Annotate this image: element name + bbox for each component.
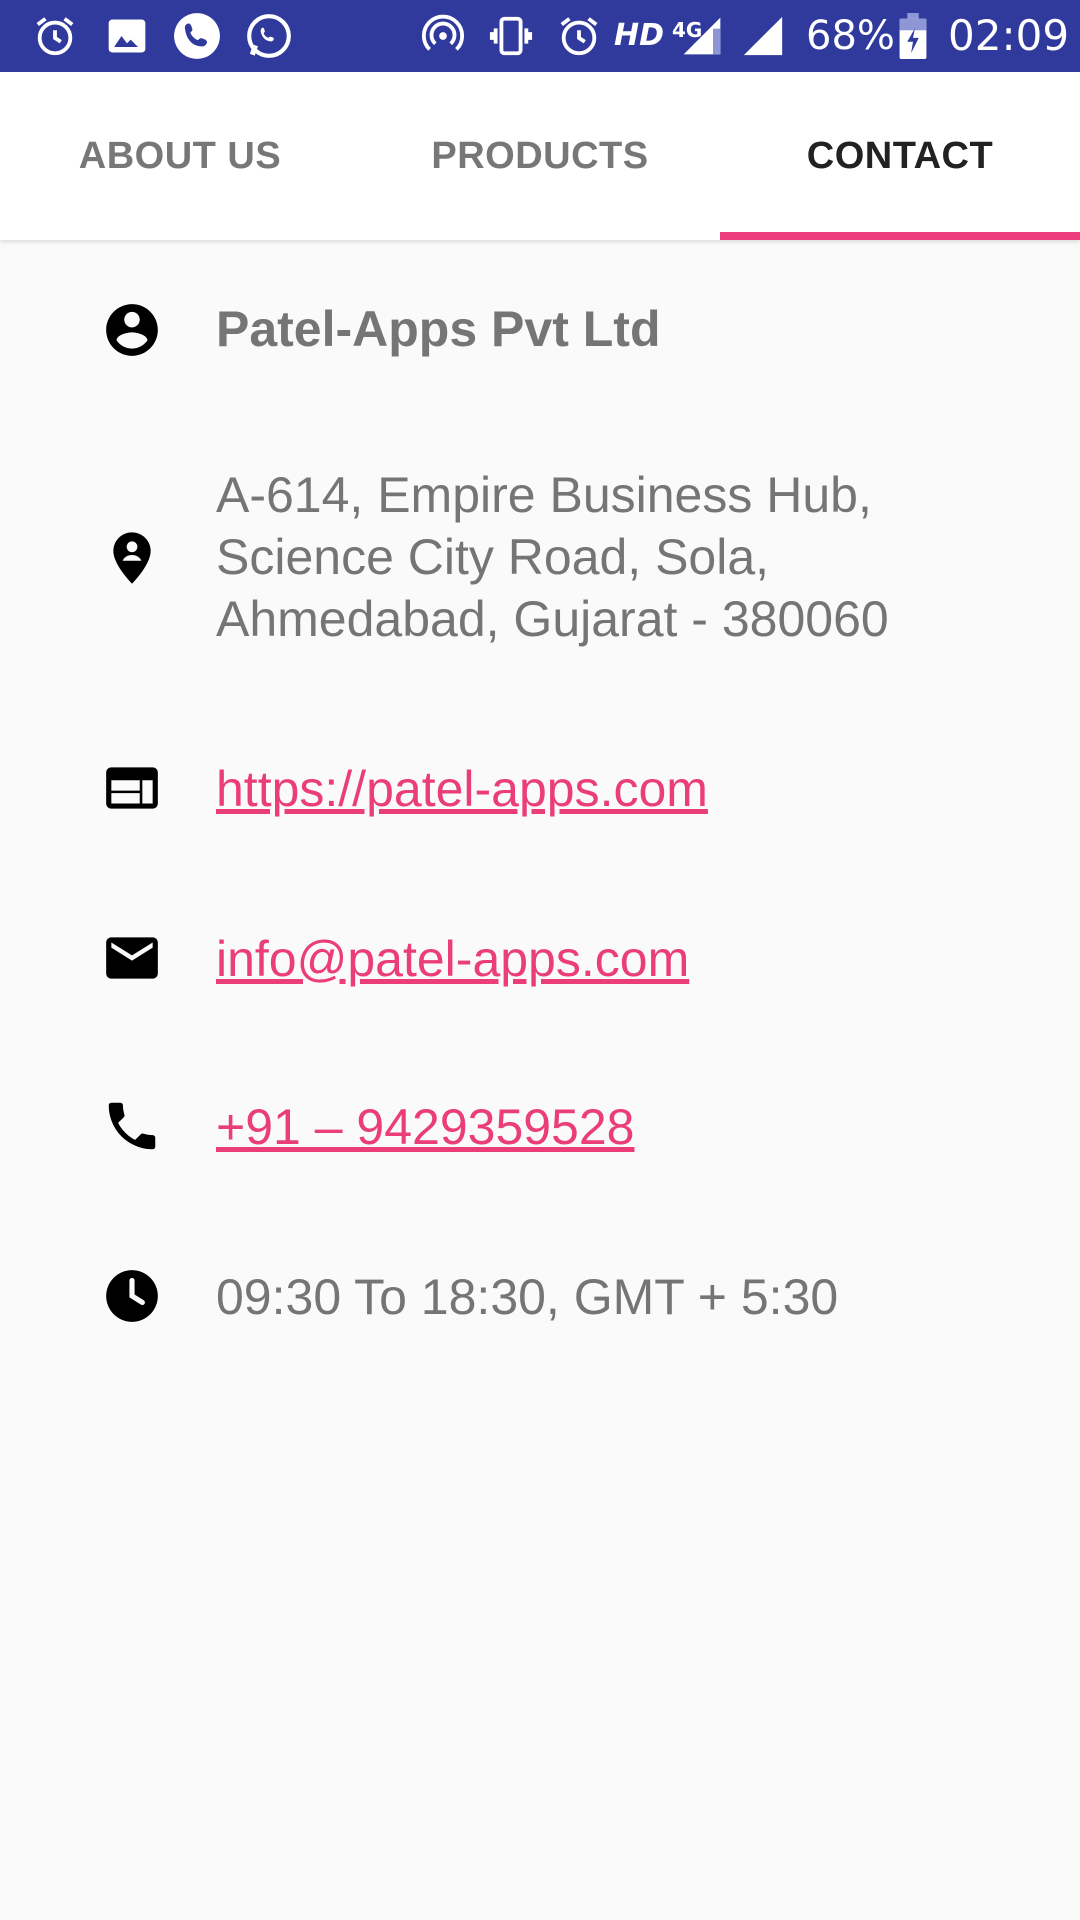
hours-row: 09:30 To 18:30, GMT + 5:30 (0, 1264, 1080, 1344)
business-hours: 09:30 To 18:30, GMT + 5:30 (216, 1269, 839, 1325)
company-name: Patel-Apps Pvt Ltd (216, 301, 661, 357)
vibrate-icon (484, 12, 538, 60)
company-row: Patel-Apps Pvt Ltd (0, 290, 1080, 370)
tab-about-us[interactable]: ABOUT US (0, 72, 360, 240)
phone-icon (100, 1094, 164, 1158)
phone-link[interactable]: +91 – 9429359528 (216, 1096, 634, 1158)
clock-time: 02:09 (948, 11, 1070, 60)
gallery-icon (102, 12, 152, 60)
address-line-1: A-614, Empire Business Hub, (216, 467, 872, 523)
address-text: A-614, Empire Business Hub, Science City… (216, 464, 1036, 650)
email-row: info@patel-apps.com (0, 926, 1080, 1006)
phone-row: +91 – 9429359528 (0, 1094, 1080, 1174)
signal-4g-icon (678, 12, 726, 60)
tab-products[interactable]: PRODUCTS (360, 72, 720, 240)
location-pin-icon (100, 526, 164, 590)
status-bar: HD 4G 68% 02:09 (0, 0, 1080, 72)
email-link[interactable]: info@patel-apps.com (216, 928, 689, 990)
battery-percent: 68% (806, 13, 895, 59)
phone-call-icon (170, 12, 224, 60)
address-line-2: Science City Road, Sola, (216, 529, 770, 585)
hotspot-icon (418, 12, 468, 60)
active-tab-indicator (720, 232, 1080, 240)
address-line-3: Ahmedabad, Gujarat - 380060 (216, 591, 889, 647)
mail-icon (100, 926, 164, 990)
web-icon (100, 756, 164, 820)
whatsapp-icon (242, 12, 296, 60)
network-hd-label: HD (614, 18, 665, 53)
account-circle-icon (100, 298, 164, 362)
tab-contact[interactable]: CONTACT (720, 72, 1080, 240)
website-link[interactable]: https://patel-apps.com (216, 758, 708, 820)
tab-bar: ABOUT US PRODUCTS CONTACT (0, 72, 1080, 240)
signal-icon (738, 12, 788, 60)
alarm-icon (554, 12, 604, 60)
address-row: A-614, Empire Business Hub, Science City… (0, 464, 1080, 654)
clock-icon (100, 1264, 164, 1328)
website-row: https://patel-apps.com (0, 756, 1080, 836)
battery-charging-icon (896, 12, 930, 60)
alarm-icon (30, 12, 80, 60)
